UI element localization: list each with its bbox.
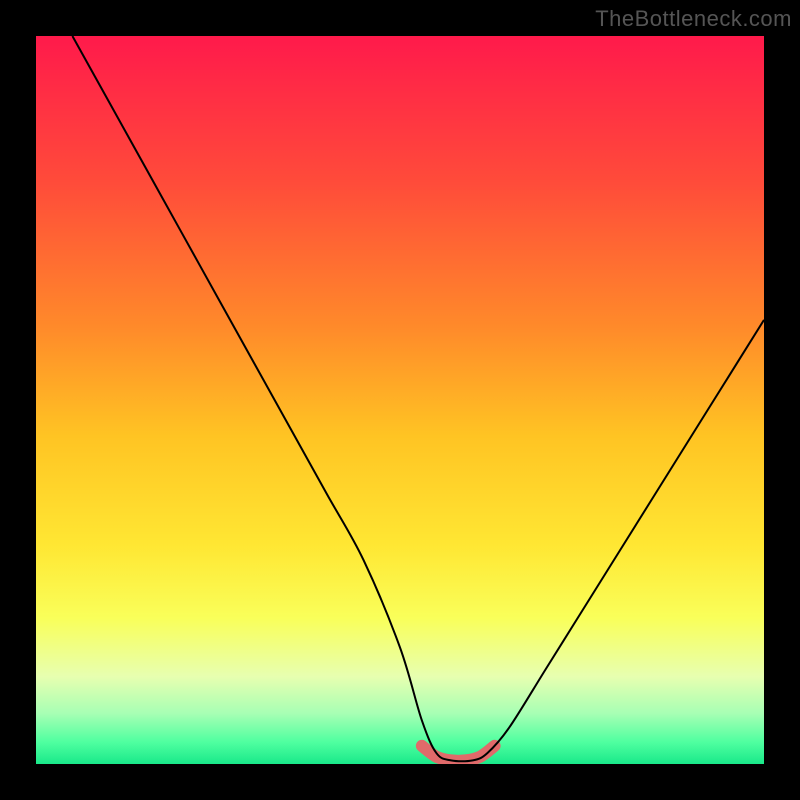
- watermark-text: TheBottleneck.com: [595, 6, 792, 32]
- gradient-background: [36, 36, 764, 764]
- plot-area: [36, 36, 764, 764]
- chart-svg: [36, 36, 764, 764]
- chart-frame: TheBottleneck.com: [0, 0, 800, 800]
